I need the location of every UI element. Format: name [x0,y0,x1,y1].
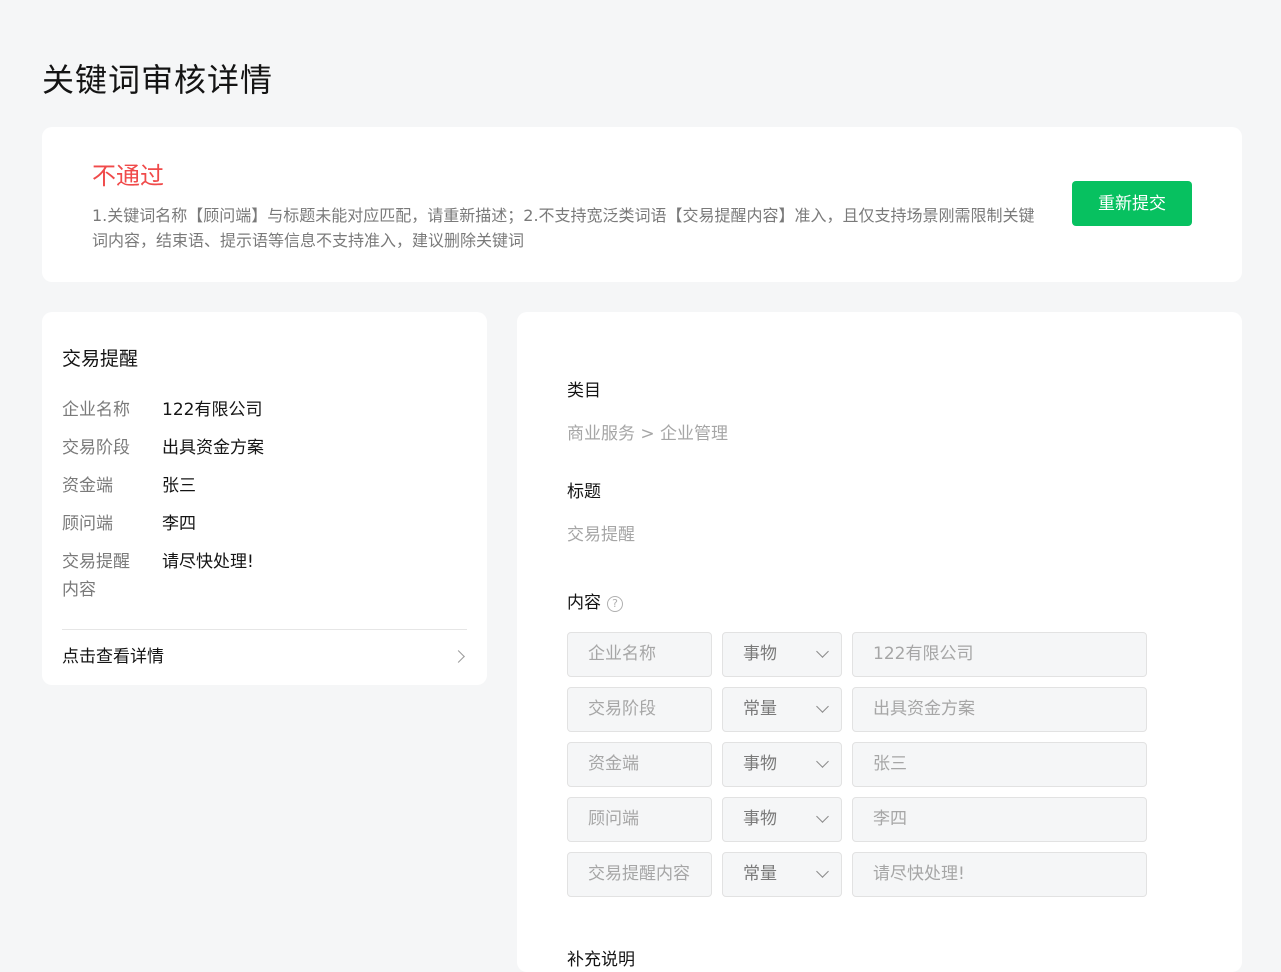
preview-row: 交易阶段 出具资金方案 [62,434,467,472]
preview-row-value: 出具资金方案 [162,438,264,458]
preview-row: 交易提醒内容 请尽快处理! [62,548,467,610]
supplement-label: 补充说明 [567,950,635,970]
variable-value-field: 张三 [852,742,1147,787]
view-detail-link[interactable]: 点击查看详情 [62,630,467,685]
chevron-down-icon [816,700,829,713]
content-row: 资金端 事物 张三 [567,742,1167,797]
variable-type-value: 事物 [743,754,777,774]
preview-row-value: 李四 [162,514,196,534]
variable-value-field: 请尽快处理! [852,852,1147,897]
content-rows: 企业名称 事物 122有限公司 交易阶段 常量 出具资金方案 资金端 事物 张三 [567,632,1167,907]
content-row: 顾问端 事物 李四 [567,797,1167,852]
view-detail-label: 点击查看详情 [62,647,164,667]
preview-row-label: 交易阶段 [62,438,130,458]
variable-type-value: 常量 [743,699,777,719]
preview-title: 交易提醒 [62,348,139,370]
preview-row: 企业名称 122有限公司 [62,396,467,434]
preview-row-value: 张三 [162,476,196,496]
help-icon[interactable]: ? [607,596,623,612]
chevron-down-icon [816,755,829,768]
content-row: 企业名称 事物 122有限公司 [567,632,1167,687]
preview-row: 顾问端 李四 [62,510,467,548]
content-label-group: 内容? [567,591,623,615]
variable-type-select[interactable]: 事物 [722,742,842,787]
resubmit-button[interactable]: 重新提交 [1072,181,1192,226]
title-label: 标题 [567,482,601,502]
chevron-down-icon [816,865,829,878]
variable-name-field: 资金端 [567,742,712,787]
variable-type-select[interactable]: 常量 [722,687,842,732]
preview-row-label: 企业名称 [62,400,130,420]
variable-value-field: 李四 [852,797,1147,842]
title-value: 交易提醒 [567,525,635,545]
chevron-right-icon [452,650,465,663]
content-row: 交易阶段 常量 出具资金方案 [567,687,1167,742]
chevron-down-icon [816,810,829,823]
variable-type-value: 事物 [743,644,777,664]
content-label: 内容 [567,593,601,613]
chevron-down-icon [816,645,829,658]
message-preview-card: 交易提醒 企业名称 122有限公司 交易阶段 出具资金方案 资金端 张三 顾问端… [42,312,487,685]
category-value: 商业服务 > 企业管理 [567,424,729,444]
variable-name-field: 企业名称 [567,632,712,677]
variable-type-select[interactable]: 事物 [722,632,842,677]
variable-name-field: 交易提醒内容 [567,852,712,897]
preview-row-label: 资金端 [62,476,113,496]
preview-row-value: 请尽快处理! [162,552,254,572]
category-label: 类目 [567,381,601,401]
variable-value-field: 出具资金方案 [852,687,1147,732]
variable-type-value: 事物 [743,809,777,829]
variable-type-select[interactable]: 常量 [722,852,842,897]
variable-value-field: 122有限公司 [852,632,1147,677]
variable-type-value: 常量 [743,864,777,884]
preview-rows: 企业名称 122有限公司 交易阶段 出具资金方案 资金端 张三 顾问端 李四 交… [62,396,467,610]
keyword-detail-card: 类目 商业服务 > 企业管理 标题 交易提醒 内容? 企业名称 事物 122有限… [517,312,1242,972]
variable-name-field: 顾问端 [567,797,712,842]
status-title: 不通过 [92,162,164,190]
preview-row-label: 顾问端 [62,514,113,534]
preview-row: 资金端 张三 [62,472,467,510]
rejection-reason: 1.关键词名称【顾问端】与标题未能对应匹配，请重新描述；2.不支持宽泛类词语【交… [92,206,1035,250]
page-title: 关键词审核详情 [42,61,274,99]
preview-row-label: 交易提醒内容 [62,552,130,600]
variable-type-select[interactable]: 事物 [722,797,842,842]
variable-name-field: 交易阶段 [567,687,712,732]
preview-row-value: 122有限公司 [162,400,263,420]
review-status-card: 不通过 1.关键词名称【顾问端】与标题未能对应匹配，请重新描述；2.不支持宽泛类… [42,127,1242,282]
content-row: 交易提醒内容 常量 请尽快处理! [567,852,1167,907]
